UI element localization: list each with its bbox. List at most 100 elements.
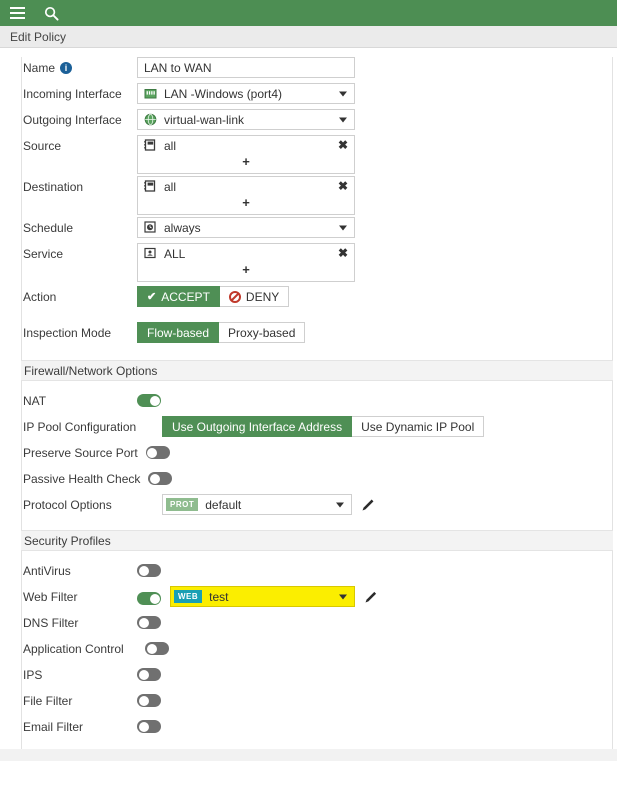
web-filter-edit-pencil-icon[interactable]: [364, 590, 378, 604]
label-schedule: Schedule: [22, 217, 137, 235]
email-filter-toggle[interactable]: [137, 720, 161, 733]
incoming-interface-select[interactable]: LAN -Windows (port4): [137, 83, 355, 104]
outgoing-interface-value: virtual-wan-link: [164, 113, 244, 127]
inspection-mode-proxy-based-button[interactable]: Proxy-based: [219, 322, 305, 343]
file-filter-toggle[interactable]: [137, 694, 161, 707]
label-ip-pool-configuration: IP Pool Configuration: [22, 416, 162, 434]
passive-health-check-toggle[interactable]: [148, 472, 172, 485]
add-destination-button[interactable]: +: [138, 196, 354, 212]
top-navigation-bar: [0, 0, 617, 26]
remove-source-item-icon[interactable]: ✖: [338, 139, 348, 151]
info-icon[interactable]: i: [60, 62, 72, 74]
service-listbox[interactable]: ALL ✖ +: [137, 243, 355, 282]
ip-pool-use-outgoing-interface-address-button[interactable]: Use Outgoing Interface Address: [162, 416, 352, 437]
search-icon[interactable]: [42, 4, 60, 22]
dns-filter-toggle[interactable]: [137, 616, 161, 629]
outgoing-interface-select[interactable]: virtual-wan-link: [137, 109, 355, 130]
web-filter-badge: WEB: [174, 590, 202, 603]
field-row-protocol-options: Protocol Options PROT default: [22, 494, 612, 518]
edit-policy-panel: Name i LAN to WAN Incoming Interface: [0, 48, 617, 761]
field-row-antivirus: AntiVirus: [22, 560, 612, 584]
chevron-down-icon[interactable]: [339, 594, 347, 599]
label-outgoing-interface: Outgoing Interface: [22, 109, 137, 127]
section-title: Firewall/Network Options: [22, 364, 157, 378]
label-service: Service: [22, 243, 137, 261]
label-file-filter: File Filter: [22, 690, 137, 708]
name-input[interactable]: LAN to WAN: [137, 57, 355, 78]
field-row-file-filter: File Filter: [22, 690, 612, 714]
list-item[interactable]: all: [138, 136, 354, 155]
address-object-icon: [144, 180, 157, 193]
ip-pool-use-dynamic-ip-pool-button[interactable]: Use Dynamic IP Pool: [352, 416, 484, 437]
schedule-select[interactable]: always: [137, 217, 355, 238]
add-service-button[interactable]: +: [138, 263, 354, 279]
label-web-filter: Web Filter: [22, 586, 137, 604]
inspection-mode-flow-based-button[interactable]: Flow-based: [137, 322, 219, 343]
field-row-web-filter: Web Filter WEB test: [22, 586, 612, 610]
protocol-options-value: default: [205, 498, 241, 512]
action-accept-label: ACCEPT: [161, 290, 210, 304]
field-row-ips: IPS: [22, 664, 612, 688]
action-deny-label: DENY: [246, 290, 279, 304]
label-nat: NAT: [22, 390, 137, 408]
field-row-source: Source all ✖ +: [22, 135, 612, 174]
action-deny-button[interactable]: DENY: [220, 286, 289, 307]
preserve-source-port-toggle[interactable]: [146, 446, 170, 459]
field-row-ip-pool-configuration: IP Pool Configuration Use Outgoing Inter…: [22, 416, 612, 440]
label-preserve-source-port: Preserve Source Port: [22, 442, 138, 460]
field-row-dns-filter: DNS Filter: [22, 612, 612, 636]
field-row-destination: Destination all ✖ +: [22, 176, 612, 215]
chevron-down-icon[interactable]: [339, 225, 347, 230]
page-title: Edit Policy: [10, 30, 66, 44]
add-source-button[interactable]: +: [138, 155, 354, 171]
service-item-label: ALL: [164, 247, 185, 261]
clock-icon: [144, 221, 157, 234]
application-control-toggle[interactable]: [145, 642, 169, 655]
field-row-application-control: Application Control: [22, 638, 612, 662]
label-name: Name i: [22, 57, 137, 75]
check-icon: ✔: [147, 290, 156, 303]
protocol-options-select[interactable]: PROT default: [162, 494, 352, 515]
label-protocol-options: Protocol Options: [22, 494, 162, 512]
label-inspection-mode: Inspection Mode: [22, 322, 137, 340]
hamburger-menu-icon[interactable]: [8, 4, 26, 22]
label-application-control: Application Control: [22, 638, 137, 656]
field-row-email-filter: Email Filter: [22, 716, 612, 740]
protocol-options-edit-pencil-icon[interactable]: [361, 498, 375, 512]
field-row-inspection-mode: Inspection Mode Flow-based Proxy-based: [22, 322, 612, 346]
field-row-preserve-source-port: Preserve Source Port: [22, 442, 612, 466]
remove-destination-item-icon[interactable]: ✖: [338, 180, 348, 192]
chevron-down-icon[interactable]: [339, 91, 347, 96]
address-object-icon: [144, 139, 157, 152]
section-header-firewall-network-options: Firewall/Network Options: [21, 360, 613, 381]
interface-port-icon: [144, 87, 157, 100]
field-row-outgoing-interface: Outgoing Interface virtual-wan-link: [22, 109, 612, 133]
action-accept-button[interactable]: ✔ ACCEPT: [137, 286, 220, 307]
ip-pool-configuration-segmented-control: Use Outgoing Interface Address Use Dynam…: [162, 416, 484, 437]
inspection-mode-segmented-control: Flow-based Proxy-based: [137, 322, 305, 343]
chevron-down-icon[interactable]: [339, 117, 347, 122]
remove-service-item-icon[interactable]: ✖: [338, 247, 348, 259]
destination-listbox[interactable]: all ✖ +: [137, 176, 355, 215]
label-email-filter: Email Filter: [22, 716, 137, 734]
list-item[interactable]: ALL: [138, 244, 354, 263]
list-item[interactable]: all: [138, 177, 354, 196]
label-passive-health-check: Passive Health Check: [22, 468, 140, 486]
antivirus-toggle[interactable]: [137, 564, 161, 577]
source-listbox[interactable]: all ✖ +: [137, 135, 355, 174]
ips-toggle[interactable]: [137, 668, 161, 681]
chevron-down-icon[interactable]: [336, 502, 344, 507]
label-incoming-interface: Incoming Interface: [22, 83, 137, 101]
field-row-service: Service ALL ✖ +: [22, 243, 612, 282]
label-destination: Destination: [22, 176, 137, 194]
breadcrumb: Edit Policy: [0, 26, 617, 48]
label-ips: IPS: [22, 664, 137, 682]
deny-icon: [229, 291, 241, 303]
service-icon: [144, 247, 157, 260]
web-filter-profile-select[interactable]: WEB test: [170, 586, 355, 607]
field-row-schedule: Schedule always: [22, 217, 612, 241]
label-antivirus: AntiVirus: [22, 560, 137, 578]
web-filter-toggle[interactable]: [137, 592, 161, 605]
schedule-value: always: [164, 221, 201, 235]
nat-toggle[interactable]: [137, 394, 161, 407]
